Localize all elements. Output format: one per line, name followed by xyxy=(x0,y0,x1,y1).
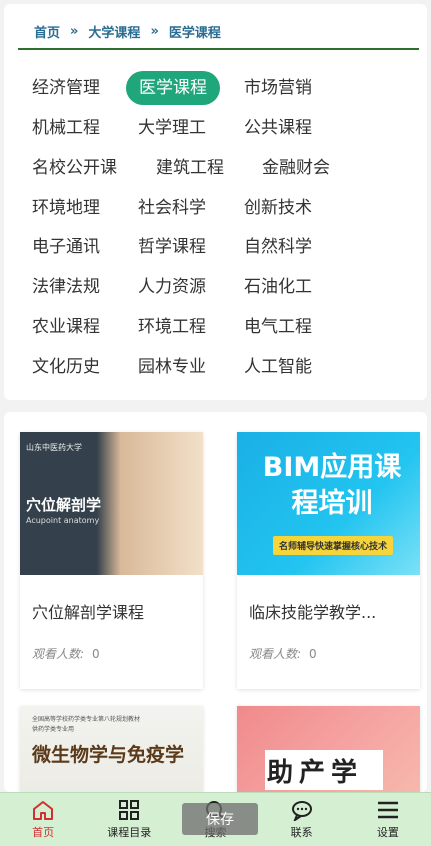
course-title[interactable]: 穴位解剖学课程 xyxy=(20,575,203,631)
breadcrumb-separator: » xyxy=(70,23,79,39)
category-social-science[interactable]: 社会科学 xyxy=(138,197,206,219)
breadcrumb: 首页 » 大学课程 » 医学课程 xyxy=(18,14,419,50)
category-panel: 首页 » 大学课程 » 医学课程 经济管理 医学课程 市场营销 机械工程 大学理… xyxy=(4,4,427,400)
category-natural-science[interactable]: 自然科学 xyxy=(244,236,312,258)
category-mechanical[interactable]: 机械工程 xyxy=(32,117,100,139)
breadcrumb-university-courses[interactable]: 大学课程 xyxy=(88,22,140,41)
course-thumbnail[interactable]: 全国高等学校药学类专业第八轮规划教材 供药学类专业用 微生物学与免疫学 xyxy=(20,706,203,792)
course-title[interactable]: 临床技能学教学... xyxy=(237,575,420,631)
breadcrumb-home[interactable]: 首页 xyxy=(34,22,60,41)
course-thumbnail[interactable]: 山东中医药大学 穴位解剖学 Acupoint anatomy xyxy=(20,432,203,575)
university-logo: 山东中医药大学 xyxy=(26,443,82,452)
thumbnail-title: 微生物学与免疫学 xyxy=(32,744,185,766)
category-marketing[interactable]: 市场营销 xyxy=(244,77,312,99)
course-views: 观看人数: 0 xyxy=(249,647,317,661)
category-landscape[interactable]: 园林专业 xyxy=(138,356,206,378)
course-thumbnail[interactable]: BIM应用课程培训 名师辅导快速掌握核心技术 xyxy=(237,432,420,575)
nav-catalog[interactable]: 课程目录 xyxy=(94,799,164,840)
category-culture-history[interactable]: 文化历史 xyxy=(32,356,100,378)
nav-settings[interactable]: 设置 xyxy=(353,799,423,840)
thumbnail-title: BIM应用课程培训 xyxy=(262,452,402,519)
category-innovation[interactable]: 创新技术 xyxy=(244,197,312,219)
category-electronics[interactable]: 电子通讯 xyxy=(32,236,100,258)
category-economics[interactable]: 经济管理 xyxy=(32,77,100,99)
category-science-engineering[interactable]: 大学理工 xyxy=(138,117,206,139)
thumbnail-banner: 名师辅导快速掌握核心技术 xyxy=(273,536,394,555)
course-views: 观看人数: 0 xyxy=(32,647,100,661)
category-environmental[interactable]: 环境工程 xyxy=(138,316,206,338)
thumbnail-subtitle: 全国高等学校药学类专业第八轮规划教材 xyxy=(32,716,141,723)
save-toast: 保存 xyxy=(182,803,258,835)
course-card[interactable]: 助产学 xyxy=(237,706,420,792)
category-ai[interactable]: 人工智能 xyxy=(244,356,312,378)
course-thumbnail[interactable]: 助产学 xyxy=(237,706,420,792)
thumbnail-title: 穴位解剖学 xyxy=(26,496,102,514)
category-open-courses[interactable]: 名校公开课 xyxy=(32,157,117,179)
breadcrumb-separator: » xyxy=(150,23,159,39)
category-geography[interactable]: 环境地理 xyxy=(32,197,100,219)
menu-icon xyxy=(377,801,398,819)
nav-home-label: 首页 xyxy=(32,826,55,839)
category-architecture[interactable]: 建筑工程 xyxy=(156,157,224,179)
thumbnail-subtitle-2: 供药学类专业用 xyxy=(32,726,75,733)
category-electrical[interactable]: 电气工程 xyxy=(244,316,312,338)
category-medicine[interactable]: 医学课程 xyxy=(126,71,220,105)
category-petrochemical[interactable]: 石油化工 xyxy=(244,276,312,298)
nav-contact[interactable]: 联系 xyxy=(267,799,337,840)
nav-catalog-label: 课程目录 xyxy=(107,826,152,839)
category-finance[interactable]: 金融财会 xyxy=(262,157,330,179)
category-hr[interactable]: 人力资源 xyxy=(138,276,206,298)
grid-icon xyxy=(119,800,140,820)
nav-contact-label: 联系 xyxy=(290,826,313,839)
home-icon xyxy=(33,801,54,820)
category-law[interactable]: 法律法规 xyxy=(32,276,100,298)
breadcrumb-medical-courses[interactable]: 医学课程 xyxy=(169,22,221,41)
thumbnail-subtitle: Acupoint anatomy xyxy=(26,516,100,525)
nav-settings-label: 设置 xyxy=(376,826,399,839)
course-card[interactable]: 山东中医药大学 穴位解剖学 Acupoint anatomy 穴位解剖学课程 观… xyxy=(20,432,203,689)
category-public[interactable]: 公共课程 xyxy=(244,117,312,139)
thumbnail-title: 助产学 xyxy=(267,758,364,788)
category-philosophy[interactable]: 哲学课程 xyxy=(138,236,206,258)
nav-home[interactable]: 首页 xyxy=(8,799,78,840)
course-list: 山东中医药大学 穴位解剖学 Acupoint anatomy 穴位解剖学课程 观… xyxy=(4,412,427,792)
course-card[interactable]: BIM应用课程培训 名师辅导快速掌握核心技术 临床技能学教学... 观看人数: 0 xyxy=(237,432,420,689)
course-card[interactable]: 全国高等学校药学类专业第八轮规划教材 供药学类专业用 微生物学与免疫学 xyxy=(20,706,203,792)
category-agriculture[interactable]: 农业课程 xyxy=(32,316,100,338)
chat-icon xyxy=(291,801,312,821)
